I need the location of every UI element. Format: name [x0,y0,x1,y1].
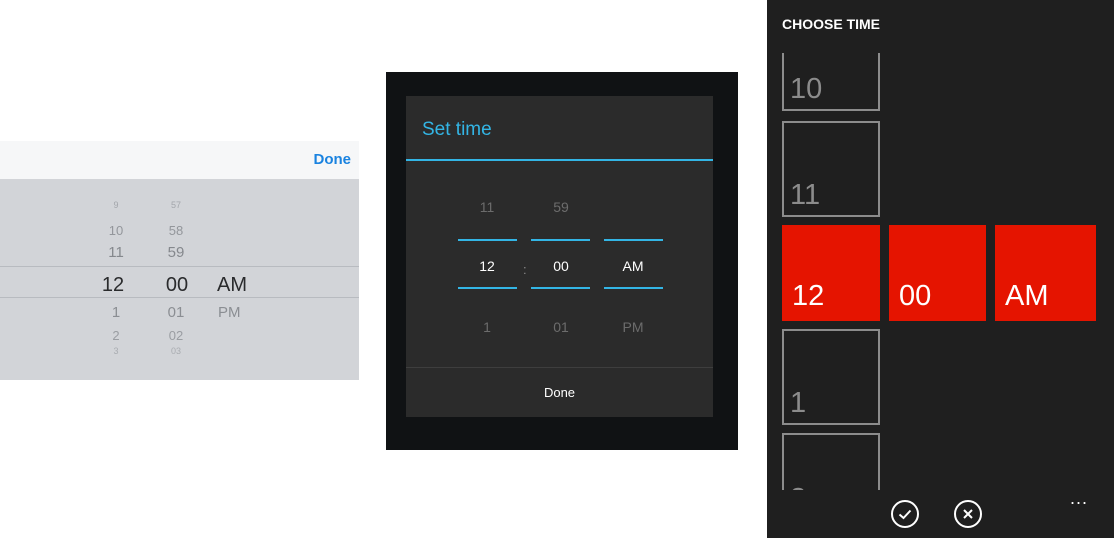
wp-hour-selected[interactable]: 12 [782,225,880,321]
ios-minute-option[interactable]: 02 [169,329,183,342]
ios-picker-wheels[interactable]: 9 10 11 12 1 2 3 57 58 59 00 01 02 03 AM… [0,179,359,380]
wp-hour-tile[interactable]: 11 [782,121,880,217]
ios-hour-option[interactable]: 10 [109,224,123,237]
android-time-picker: Set time 11 59 12 : 00 AM 1 01 PM Done [386,72,738,450]
more-options-icon[interactable]: ... [1070,488,1088,509]
ios-ampm-selected[interactable]: AM [217,275,247,295]
ios-hour-option[interactable]: 3 [113,347,118,356]
wp-hour-tile[interactable]: 10 [782,53,880,111]
ampm-selection-line [604,239,663,241]
ios-minute-option[interactable]: 59 [168,245,185,260]
ios-hour-option[interactable]: 2 [112,329,119,342]
wp-ampm-selected-label: AM [1005,280,1049,312]
wp-looping-selector[interactable]: 10 11 12 00 AM 1 2 [767,53,1114,490]
android-minute-prev[interactable]: 59 [553,200,569,214]
hour-selection-line [458,239,517,241]
dialog-title: Set time [422,119,492,140]
checkmark-circle-icon[interactable] [891,500,919,528]
android-dialog: Set time 11 59 12 : 00 AM 1 01 PM Done [406,96,713,417]
ios-time-picker: Done 9 10 11 12 1 2 3 57 58 59 00 01 02 … [0,141,359,380]
time-separator: : [523,262,527,277]
android-hour-next[interactable]: 1 [483,320,491,334]
wp-ampm-selected[interactable]: AM [995,225,1096,321]
android-ampm-selected[interactable]: AM [623,259,644,273]
hour-selection-line [458,287,517,289]
ampm-selection-line [604,287,663,289]
ios-minute-option[interactable]: 58 [169,224,183,237]
ios-minute-selected[interactable]: 00 [166,275,188,295]
android-ampm-next[interactable]: PM [623,320,644,334]
ios-minute-option[interactable]: 57 [171,201,181,210]
ios-ampm-option[interactable]: PM [218,305,241,320]
ios-done-button[interactable]: Done [314,151,352,168]
wp-minute-selected[interactable]: 00 [889,225,986,321]
android-minute-next[interactable]: 01 [553,320,569,334]
ios-hour-option[interactable]: 9 [113,201,118,210]
ios-hour-option[interactable]: 11 [108,245,124,260]
android-minute-selected[interactable]: 00 [553,259,569,273]
wp-hour-label: 1 [790,387,807,419]
minute-selection-line [531,239,590,241]
wp-hour-label: 10 [790,73,823,105]
wp-hour-tile[interactable]: 1 [782,329,880,425]
wp-hour-selected-label: 12 [792,280,825,312]
title-divider [406,159,713,161]
wp-time-picker: CHOOSE TIME 10 11 12 00 AM 1 2 ... [767,0,1114,538]
android-hour-prev[interactable]: 11 [480,200,495,214]
android-hour-selected[interactable]: 12 [479,259,495,273]
android-done-button[interactable]: Done [406,368,713,417]
wp-hour-tile[interactable]: 2 [782,433,880,490]
wp-hour-label: 11 [790,179,821,211]
ios-hour-option[interactable]: 1 [112,305,120,320]
ios-hour-selected[interactable]: 12 [102,275,124,295]
minute-selection-line [531,287,590,289]
close-circle-icon[interactable] [954,500,982,528]
ios-minute-option[interactable]: 03 [171,347,181,356]
wp-minute-selected-label: 00 [899,280,932,312]
wp-title: CHOOSE TIME [782,16,881,32]
wp-hour-label: 2 [790,485,806,491]
ios-picker-toolbar: Done [0,141,359,179]
ios-minute-option[interactable]: 01 [168,305,185,320]
